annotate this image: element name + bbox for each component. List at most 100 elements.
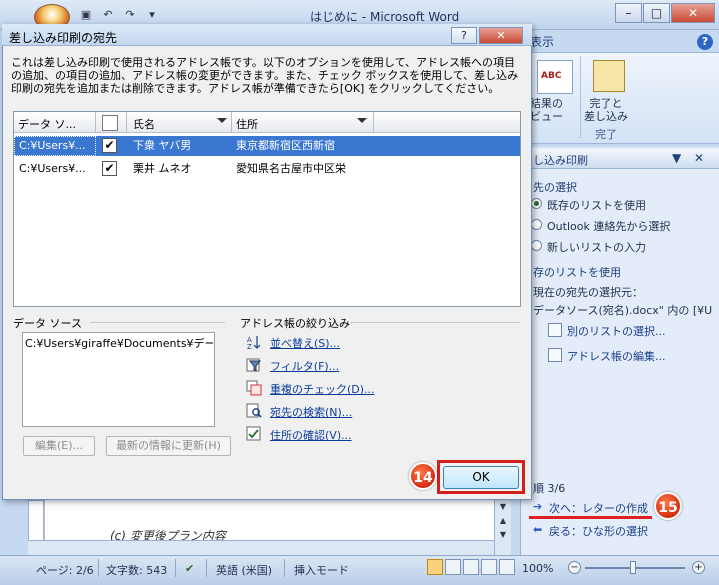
web-layout-icon[interactable] (463, 559, 479, 575)
radio-existing-list[interactable] (531, 198, 542, 209)
ok-button[interactable]: OK (443, 466, 519, 489)
window-controls: – □ ✕ (614, 3, 715, 23)
dialog-help-icon[interactable]: ? (451, 27, 477, 44)
row-name: 下衆 ヤバ男 (133, 139, 192, 152)
outline-icon[interactable] (481, 559, 497, 575)
task-pane-menu-icon[interactable]: ▼ (672, 151, 681, 165)
column-separator (231, 112, 232, 133)
link-check-duplicates[interactable]: 重複のチェック(D)... (270, 381, 375, 397)
maximize-icon[interactable]: □ (643, 3, 670, 23)
section-use-existing: 存のリストを使用 (533, 266, 621, 279)
link-select-other-list[interactable]: 別のリストの選択... (567, 323, 666, 339)
close-icon[interactable]: ✕ (671, 3, 715, 23)
preview-results-button[interactable]: 結果の ビュー (530, 97, 563, 123)
proofing-icon[interactable]: ✔ (185, 562, 194, 575)
dialog-description: これは差し込み印刷で使用されるアドレス帳です。以下のオプションを使用して、アドレ… (11, 56, 519, 95)
ribbon-separator (580, 56, 581, 138)
back-arrow-icon: ⬅ (533, 523, 543, 536)
sort-icon: A Z (247, 336, 261, 350)
column-name-dropdown-icon[interactable] (217, 118, 227, 123)
column-separator (126, 112, 127, 133)
zoom-level[interactable]: 100% (522, 562, 553, 575)
row-checkbox[interactable]: ✔ (102, 138, 117, 153)
column-separator (373, 112, 374, 133)
minimize-icon[interactable]: – (615, 3, 642, 23)
current-source-value: データソース(宛名).docx" 内の [¥U (533, 304, 713, 317)
column-name[interactable]: 氏名 (133, 116, 155, 132)
preview-results-label-1: 結果の (530, 97, 563, 110)
window-title: はじめに - Microsoft Word (310, 10, 460, 24)
radio-new-label[interactable]: 新しいリストの入力 (547, 239, 646, 255)
column-address-dropdown-icon[interactable] (357, 118, 367, 123)
save-icon[interactable]: ▣ (78, 7, 94, 23)
print-layout-icon[interactable] (427, 559, 443, 575)
refresh-button[interactable]: 最新の情報に更新(H) (106, 436, 231, 456)
select-all-checkbox[interactable] (102, 115, 118, 131)
prev-page-icon[interactable]: ▲ (495, 514, 511, 528)
zoom-out-icon[interactable]: − (568, 561, 581, 574)
group-divider (350, 322, 520, 323)
status-insert-mode[interactable]: 挿入モード (294, 562, 349, 578)
status-language[interactable]: 英語 (米国) (216, 562, 272, 578)
row-source: C:¥Users¥... (19, 139, 86, 152)
table-row[interactable]: C:¥Users¥... ✔ 下衆 ヤバ男 東京都新宿区西新宿 (14, 136, 520, 156)
recipient-list-header (14, 112, 520, 133)
task-pane-close-icon[interactable]: ✕ (694, 151, 704, 165)
datasource-item[interactable]: C:¥Users¥giraffe¥Documents¥データ (25, 335, 213, 351)
next-step-highlight (529, 516, 652, 519)
zoom-in-icon[interactable]: + (692, 561, 705, 574)
vertical-scrollbar[interactable]: ▼ ▲ ▼ (494, 500, 511, 555)
link-edit-address-book[interactable]: アドレス帳の編集... (567, 348, 666, 364)
scroll-down-icon[interactable]: ▼ (495, 500, 511, 514)
draft-icon[interactable] (499, 559, 515, 575)
status-word-count[interactable]: 文字数: 543 (106, 562, 167, 578)
status-page[interactable]: ページ: 2/6 (36, 562, 94, 578)
horizontal-scrollbar[interactable] (28, 540, 494, 555)
edit-button[interactable]: 編集(E)... (23, 436, 95, 456)
dialog-close-icon[interactable]: ✕ (479, 27, 523, 44)
step-indicator: 順 3/6 (533, 482, 566, 495)
customize-qat-icon[interactable]: ▾ (144, 7, 160, 23)
link-validate-addresses[interactable]: 住所の確認(V)... (270, 427, 352, 443)
radio-outlook-contacts[interactable] (531, 219, 542, 230)
link-next-step[interactable]: 次へ：レターの作成 (549, 500, 648, 516)
status-separator (175, 559, 176, 577)
full-screen-reading-icon[interactable] (445, 559, 461, 575)
select-list-icon (548, 323, 562, 337)
radio-new-list[interactable] (531, 240, 542, 251)
dialog-title: 差し込み印刷の宛先 (9, 31, 118, 45)
group-divider (90, 322, 225, 323)
view-buttons (427, 559, 515, 575)
next-arrow-icon: ➔ (533, 500, 543, 513)
preview-results-label-2: ビュー (530, 110, 563, 123)
finish-merge-label-1: 完了と (589, 97, 623, 110)
section-select-recipients: 先の選択 (533, 181, 577, 194)
status-separator (98, 559, 99, 577)
table-row[interactable]: C:¥Users¥... ✔ 栗井 ムネオ 愛知県名古屋市中区栄 (14, 159, 520, 179)
preview-results-icon[interactable] (537, 60, 573, 94)
svg-text:Z: Z (247, 343, 252, 350)
filter-icon (246, 358, 262, 372)
next-page-icon[interactable]: ▼ (495, 528, 511, 542)
row-checkbox[interactable]: ✔ (102, 161, 117, 176)
link-filter[interactable]: フィルタ(F)... (270, 358, 339, 374)
help-icon[interactable]: ? (697, 34, 713, 50)
zoom-slider-thumb[interactable] (630, 561, 636, 574)
undo-icon[interactable]: ↶ (100, 7, 116, 23)
finish-merge-button[interactable]: 完了と 差し込み (584, 97, 628, 123)
column-address[interactable]: 住所 (236, 116, 258, 132)
ribbon-group-finish: 完了 (595, 128, 617, 141)
link-sort[interactable]: 並べ替え(S)... (270, 335, 340, 351)
radio-outlook-label[interactable]: Outlook 連絡先から選択 (547, 218, 670, 234)
redo-icon[interactable]: ↷ (122, 7, 138, 23)
column-data-source[interactable]: データ ソ... (18, 116, 76, 132)
radio-existing-label[interactable]: 既存のリストを使用 (547, 197, 646, 213)
row-name: 栗井 ムネオ (133, 162, 192, 175)
edit-address-book-icon (548, 348, 562, 362)
row-address: 東京都新宿区西新宿 (236, 139, 335, 152)
link-previous-step[interactable]: 戻る：ひな形の選択 (549, 523, 648, 539)
ribbon-tab-view[interactable]: 表示 (530, 33, 554, 50)
duplicate-check-icon (246, 380, 262, 396)
finish-merge-icon[interactable] (593, 60, 625, 92)
link-find-recipient[interactable]: 宛先の検索(N)... (270, 404, 352, 420)
